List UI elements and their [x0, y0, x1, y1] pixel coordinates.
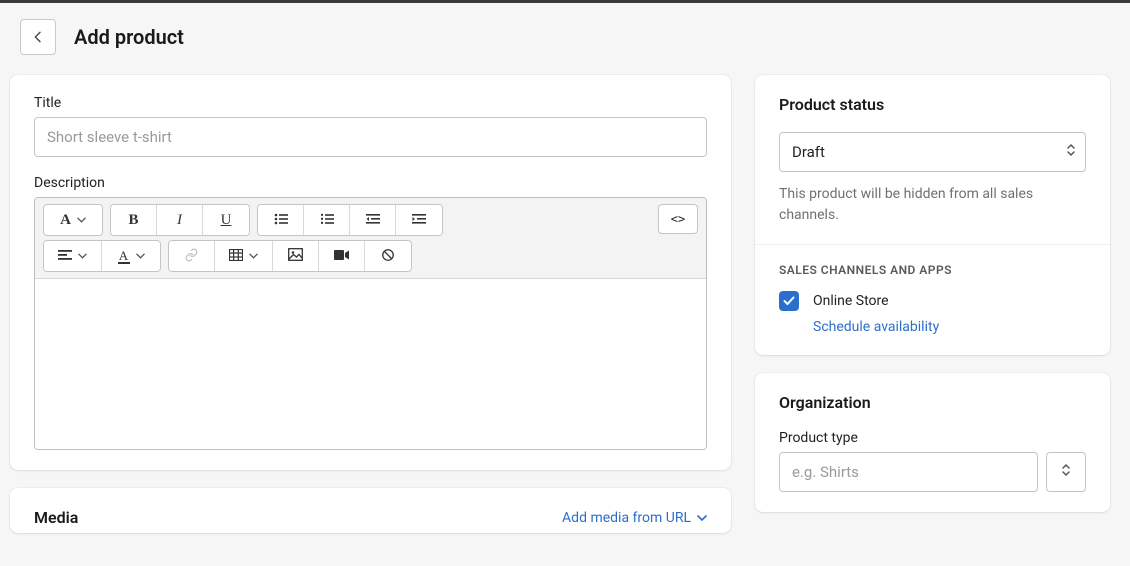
bold-icon: B — [128, 212, 138, 229]
product-status-select[interactable] — [779, 132, 1086, 172]
table-icon — [229, 249, 243, 264]
rte-bold-button[interactable]: B — [111, 205, 157, 235]
schedule-availability-link[interactable]: Schedule availability — [813, 319, 1086, 335]
online-store-checkbox[interactable] — [779, 291, 799, 311]
rte-underline-button[interactable]: U — [203, 205, 249, 235]
rte-link-button[interactable] — [169, 241, 215, 271]
outdent-icon — [366, 213, 380, 228]
check-icon — [783, 296, 795, 306]
rte-indent-button[interactable] — [396, 205, 442, 235]
rte-heading-dropdown[interactable]: A — [44, 205, 102, 235]
status-helper-text: This product will be hidden from all sal… — [779, 184, 1086, 226]
code-icon: <> — [671, 212, 685, 226]
italic-icon: I — [177, 212, 182, 229]
back-button[interactable] — [20, 19, 56, 55]
sales-channels-heading: SALES CHANNELS AND APPS — [779, 263, 1086, 277]
rte-outdent-button[interactable] — [350, 205, 396, 235]
chevron-down-icon — [249, 253, 258, 259]
align-icon — [58, 249, 72, 264]
rte-align-dropdown[interactable] — [44, 241, 102, 271]
heading-icon: A — [60, 212, 71, 229]
description-label: Description — [34, 175, 707, 191]
rte-bullet-list-button[interactable] — [258, 205, 304, 235]
chevron-down-icon — [77, 217, 86, 223]
rte-video-button[interactable] — [319, 241, 365, 271]
page-title: Add product — [74, 25, 184, 49]
add-media-from-url-link[interactable]: Add media from URL — [562, 510, 707, 526]
select-chevrons-icon — [1061, 463, 1071, 481]
number-list-icon — [320, 213, 334, 228]
media-section-title: Media — [34, 508, 78, 527]
rte-number-list-button[interactable] — [304, 205, 350, 235]
link-icon — [184, 248, 199, 265]
rte-italic-button[interactable]: I — [157, 205, 203, 235]
bullet-list-icon — [274, 213, 288, 228]
product-type-input[interactable] — [779, 452, 1038, 492]
product-type-label: Product type — [779, 430, 1086, 446]
video-icon — [334, 249, 349, 264]
rte-table-dropdown[interactable] — [215, 241, 273, 271]
chevron-down-icon — [136, 253, 145, 259]
title-input[interactable] — [34, 117, 707, 157]
rte-color-dropdown[interactable]: A — [102, 241, 160, 271]
arrow-left-icon — [30, 29, 46, 45]
indent-icon — [412, 213, 426, 228]
text-color-icon: A — [118, 249, 130, 264]
chevron-down-icon — [697, 515, 707, 521]
product-type-picker-button[interactable] — [1046, 452, 1086, 492]
rte-clear-format-button[interactable] — [365, 241, 411, 271]
rte-code-view-button[interactable]: <> — [658, 204, 698, 234]
description-textarea[interactable] — [35, 279, 706, 449]
image-icon — [288, 248, 303, 264]
chevron-down-icon — [78, 253, 87, 259]
rte-image-button[interactable] — [273, 241, 319, 271]
underline-icon: U — [221, 212, 232, 229]
product-status-title: Product status — [779, 95, 1086, 114]
title-label: Title — [34, 95, 707, 111]
organization-title: Organization — [779, 393, 1086, 412]
clear-format-icon — [381, 248, 395, 265]
online-store-label: Online Store — [813, 293, 889, 309]
description-editor: A B I U — [34, 197, 707, 450]
